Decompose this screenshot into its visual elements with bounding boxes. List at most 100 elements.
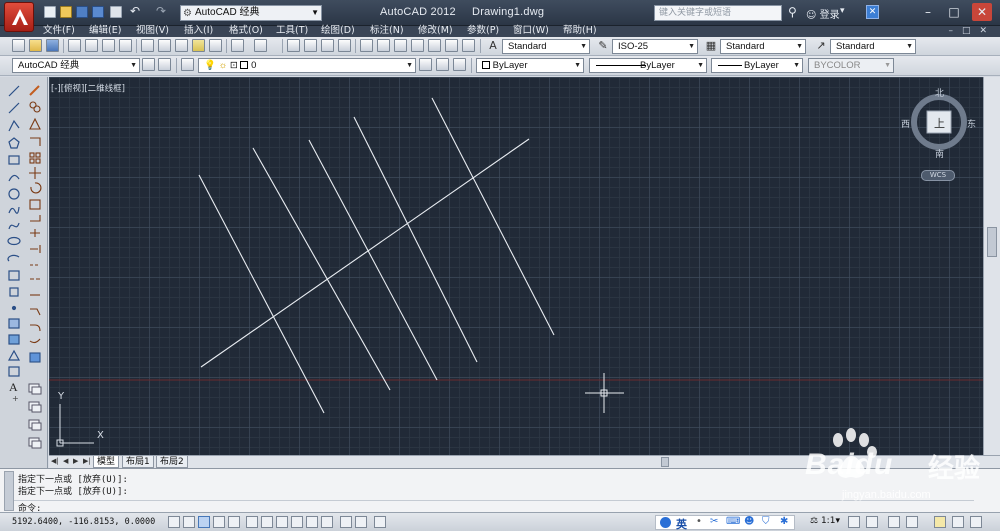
layer-states-icon[interactable] — [453, 58, 466, 71]
login-link[interactable]: ☺ 登录 — [806, 6, 840, 21]
drawing-canvas[interactable]: [-][俯视][二维线框] Y X 北 南 东 西 上 WCS — [49, 77, 983, 455]
wcs-menu-button[interactable]: WCS — [921, 170, 955, 181]
viewcube-west[interactable]: 西 — [901, 117, 910, 130]
first-tab-icon[interactable]: ◀| — [51, 457, 59, 465]
viewcube-east[interactable]: 东 — [967, 117, 976, 130]
vertical-scrollbar[interactable] — [983, 77, 1000, 455]
tool-palettes-icon[interactable] — [394, 39, 407, 52]
workspace-toolbar-dropdown[interactable]: AutoCAD 经典 ▼ — [12, 58, 140, 73]
shirt-icon[interactable]: ⛉ — [762, 516, 770, 527]
workspace-dropdown[interactable]: ⚙ AutoCAD 经典 ▼ — [180, 5, 322, 21]
tab-layout1[interactable]: 布局1 — [122, 456, 154, 468]
coordinate-readout[interactable]: 5192.6400, -116.8153, 0.0000 — [12, 517, 155, 527]
3d-dwf-icon[interactable] — [119, 39, 132, 52]
command-input[interactable]: 命令: — [14, 500, 974, 514]
lineweight-dropdown[interactable]: ByLayer ▼ — [711, 58, 803, 73]
zoom-previous-icon[interactable] — [338, 39, 351, 52]
open-icon[interactable] — [29, 39, 42, 52]
menu-edit[interactable]: 编辑(E) — [89, 25, 121, 37]
infer-constraints-toggle[interactable] — [168, 516, 180, 528]
annotation-scale[interactable]: ⚖ 1:1▾ — [810, 516, 840, 526]
zoom-realtime-icon[interactable] — [304, 39, 317, 52]
design-center-icon[interactable] — [377, 39, 390, 52]
menu-help[interactable]: 帮助(H) — [563, 25, 597, 37]
help-icon[interactable] — [462, 39, 475, 52]
menu-modify[interactable]: 修改(M) — [418, 25, 453, 37]
search-input[interactable]: 键入关键字或短语 — [654, 5, 782, 21]
linetype-dropdown[interactable]: ByLayer ▼ — [589, 58, 707, 73]
isolate-objects-toggle[interactable] — [952, 516, 964, 528]
ortho-mode-toggle[interactable] — [213, 516, 225, 528]
plotstyle-dropdown[interactable]: BYCOLOR ▼ — [808, 58, 894, 73]
annotation-visibility-toggle[interactable] — [848, 516, 860, 528]
viewcube-north[interactable]: 北 — [935, 86, 944, 99]
grid-display-toggle[interactable] — [198, 516, 210, 528]
minimize-button[interactable]: – — [918, 3, 938, 21]
tab-model[interactable]: 模型 — [93, 456, 120, 468]
menu-view[interactable]: 视图(V) — [136, 25, 169, 37]
block-editor-icon[interactable] — [209, 39, 222, 52]
lineweight-toggle[interactable] — [321, 516, 333, 528]
properties-icon[interactable] — [360, 39, 373, 52]
plot-preview-icon[interactable] — [85, 39, 98, 52]
gear-icon[interactable] — [142, 58, 155, 71]
close-button[interactable]: ✕ — [972, 3, 992, 21]
ime-language-label[interactable]: 英 — [676, 516, 687, 531]
horizontal-scrollbar-thumb[interactable] — [661, 457, 669, 467]
allow-ucs-toggle[interactable] — [291, 516, 303, 528]
skin-icon[interactable]: ☻ — [744, 516, 754, 527]
markup-icon[interactable] — [428, 39, 441, 52]
paste-icon[interactable] — [175, 39, 188, 52]
menu-parametric[interactable]: 参数(P) — [467, 25, 499, 37]
quick-properties-toggle[interactable] — [355, 516, 367, 528]
dynamic-input-toggle[interactable] — [306, 516, 318, 528]
scrollbar-thumb[interactable] — [987, 227, 997, 257]
object-snap-tracking-toggle[interactable] — [276, 516, 288, 528]
undo-icon[interactable] — [231, 39, 244, 52]
text-style-dropdown[interactable]: Standard ▼ — [502, 39, 590, 54]
new-icon[interactable] — [44, 6, 56, 18]
hardware-acceleration-toggle[interactable] — [934, 516, 946, 528]
match-properties-icon[interactable] — [192, 39, 205, 52]
document-window-controls[interactable]: –□✕ — [948, 26, 996, 36]
menu-format[interactable]: 格式(O) — [229, 25, 263, 37]
sheet-set-icon[interactable] — [411, 39, 424, 52]
viewport-controls-label[interactable]: [-][俯视][二维线框] — [51, 82, 125, 94]
color-dropdown[interactable]: ByLayer ▼ — [476, 58, 584, 73]
menu-dimension[interactable]: 标注(N) — [370, 25, 404, 37]
redo-icon[interactable] — [254, 39, 267, 52]
layer-dropdown[interactable]: 💡 ☼ ⊡ 0 ▼ — [198, 58, 416, 73]
auto-scale-toggle[interactable] — [866, 516, 878, 528]
chevron-down-icon[interactable]: ▾ — [840, 6, 845, 16]
publish-icon[interactable] — [102, 39, 115, 52]
layer-manager-icon[interactable] — [181, 58, 194, 71]
pan-icon[interactable] — [287, 39, 300, 52]
transparency-toggle[interactable] — [340, 516, 352, 528]
next-tab-icon[interactable]: ▶ — [73, 457, 78, 465]
zoom-window-icon[interactable] — [321, 39, 334, 52]
ime-mode-icon[interactable]: • — [696, 516, 702, 527]
save-as-icon[interactable] — [92, 6, 104, 18]
workspace-switching-toggle[interactable] — [888, 516, 900, 528]
application-menu-button[interactable] — [4, 2, 34, 32]
dim-style-dropdown[interactable]: ISO-25 ▼ — [612, 39, 698, 54]
settings-icon[interactable]: ✱ — [780, 516, 788, 527]
layer-previous-icon[interactable] — [436, 58, 449, 71]
scissors-icon[interactable]: ✂ — [710, 516, 718, 527]
calculator-icon[interactable] — [445, 39, 458, 52]
keyboard-icon[interactable]: ⌨ — [726, 516, 740, 527]
text-style-icon[interactable]: A — [486, 39, 500, 53]
snap-mode-toggle[interactable] — [183, 516, 195, 528]
3d-object-snap-toggle[interactable] — [261, 516, 273, 528]
multileader-style-icon[interactable]: ↗ — [814, 39, 828, 53]
viewcube-south[interactable]: 南 — [935, 147, 944, 160]
table-style-icon[interactable]: ▦ — [704, 39, 718, 53]
previous-tab-icon[interactable]: ◀ — [63, 457, 68, 465]
workspace-settings-icon[interactable] — [158, 58, 171, 71]
lock-icon[interactable] — [906, 516, 918, 528]
table-style-dropdown[interactable]: Standard ▼ — [720, 39, 806, 54]
menu-file[interactable]: 文件(F) — [43, 25, 75, 37]
command-window-grip[interactable] — [4, 471, 14, 511]
cut-icon[interactable] — [141, 39, 154, 52]
redo-icon[interactable]: ↷ — [156, 5, 168, 18]
